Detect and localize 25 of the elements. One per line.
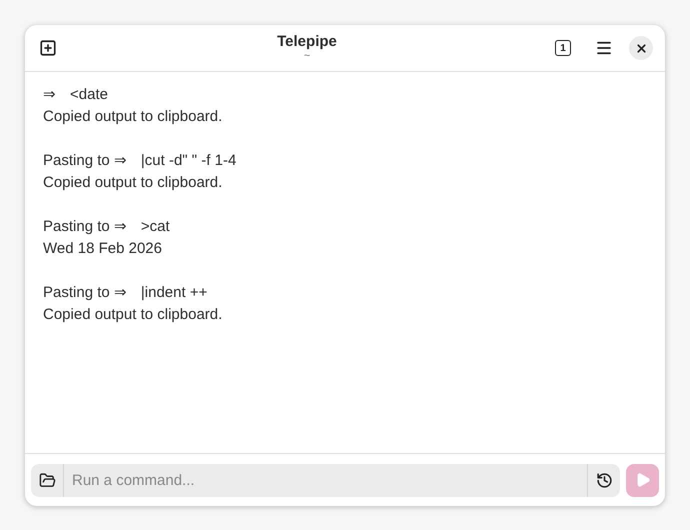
- menu-icon: [595, 39, 613, 57]
- history-icon: [596, 472, 612, 488]
- output-text: Copied output to clipboard.: [43, 173, 224, 193]
- add-icon: [39, 39, 57, 57]
- close-button[interactable]: [629, 36, 653, 60]
- pasting-label: Pasting to ⇒: [43, 283, 127, 303]
- command-text: >cat: [140, 217, 170, 237]
- tab-count-button[interactable]: 1: [555, 40, 571, 56]
- command-text: |cut -d" " -f 1-4: [140, 151, 236, 171]
- output-text: Wed 18 Feb 2026: [43, 239, 163, 259]
- output-text: Copied output to clipboard.: [43, 305, 224, 325]
- command-text: <date: [70, 85, 108, 105]
- folder-icon: [38, 472, 56, 488]
- pasting-label: ⇒: [43, 85, 56, 105]
- pasting-label: Pasting to ⇒: [43, 151, 127, 171]
- output-text: Copied output to clipboard.: [43, 107, 224, 127]
- command-text: |indent ++: [140, 283, 208, 303]
- window-subtitle: ~: [304, 51, 310, 62]
- open-folder-button[interactable]: [31, 464, 64, 496]
- history-button[interactable]: [587, 464, 620, 496]
- pasting-label: Pasting to ⇒: [43, 217, 127, 237]
- command-field[interactable]: Run a command...: [64, 464, 587, 496]
- play-icon: [634, 472, 650, 488]
- close-icon: [634, 42, 648, 54]
- window-title: Telepipe: [277, 34, 337, 49]
